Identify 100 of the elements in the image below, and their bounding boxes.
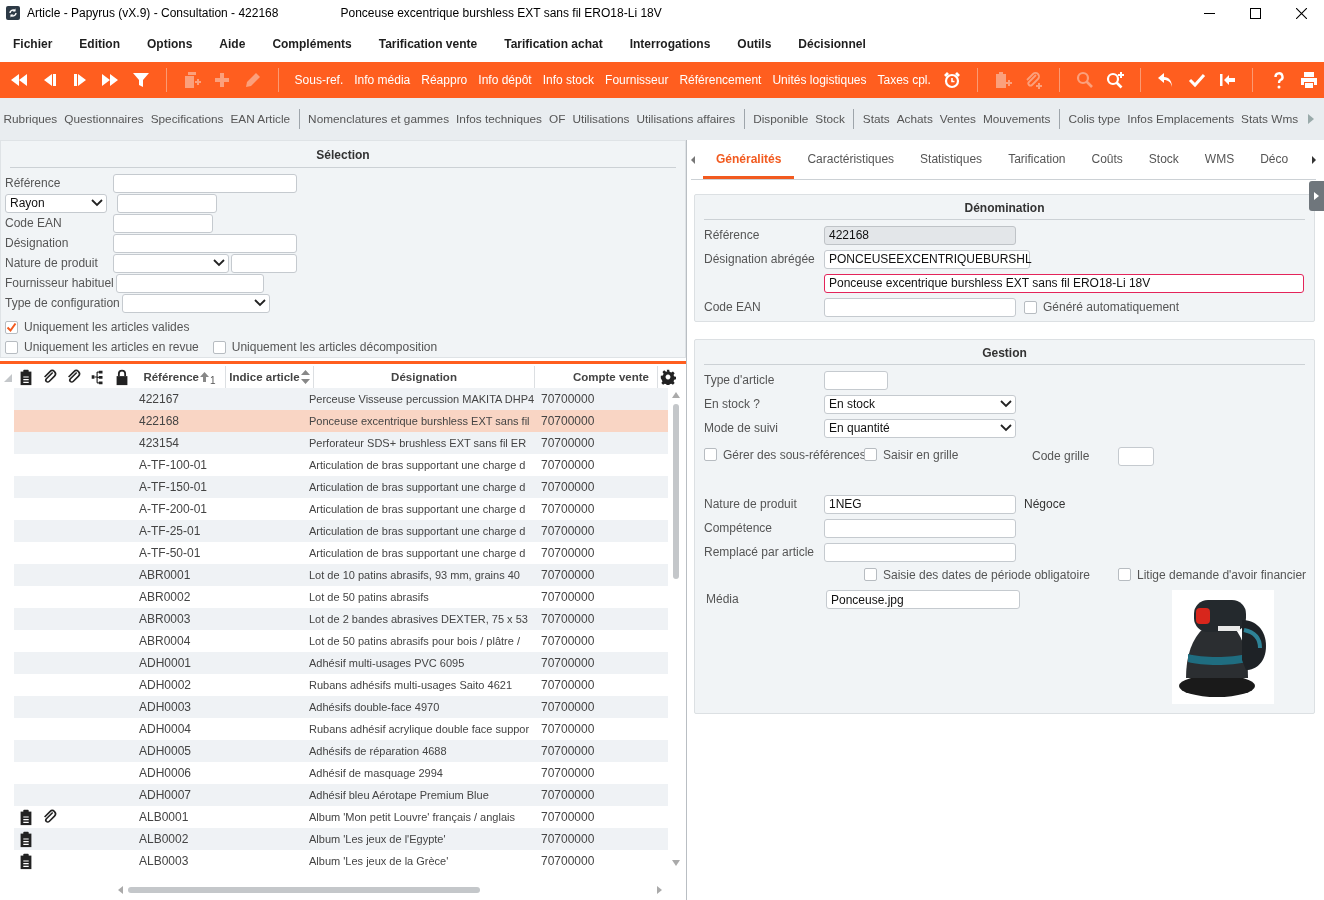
link-tab[interactable]: Achats <box>893 112 937 126</box>
checkbox[interactable] <box>1118 568 1131 582</box>
table-row[interactable]: ALB0002 Album 'Les jeux de l'Egypte' 70700000 <box>14 828 668 850</box>
link-tab[interactable]: Questionnaires <box>60 112 148 126</box>
scroll-left-icon[interactable] <box>691 155 695 164</box>
table-cell-text: 70700000 <box>540 634 596 648</box>
text-field[interactable]: 1NEG <box>824 494 1016 514</box>
checkbox[interactable] <box>212 340 226 354</box>
menu-item[interactable]: Décisionnel <box>798 37 866 51</box>
text-field[interactable] <box>824 518 1016 538</box>
tab[interactable]: Coûts <box>1078 139 1136 179</box>
scroll-left-icon[interactable] <box>118 886 123 894</box>
chevron-icon <box>1000 400 1012 408</box>
link-tab[interactable]: Specifications <box>147 112 227 126</box>
checkbox[interactable] <box>5 340 18 354</box>
link-tab[interactable]: EAN Article <box>226 112 294 126</box>
checkbox-label: Litige demande d'avoir financier <box>1137 567 1307 582</box>
tab[interactable]: Tarification <box>995 139 1079 179</box>
checkbox[interactable] <box>1024 300 1037 314</box>
link-tab[interactable]: OF <box>545 112 569 126</box>
table-cell-text: 70700000 <box>540 766 596 780</box>
text-field[interactable] <box>115 273 264 293</box>
text-field[interactable] <box>113 233 297 253</box>
text-field[interactable] <box>117 193 217 213</box>
table-row[interactable]: ABR0001 Lot de 10 patins abrasifs, 93 mm, grains 40 70700000 <box>14 564 668 586</box>
menu-item[interactable]: Compléments <box>272 37 352 51</box>
sort-ascending-icon[interactable] <box>200 372 210 382</box>
text-field[interactable]: Ponceuse excentrique burshless EXT sans fil ERO18-Li 18V <box>824 273 1304 293</box>
link-tab[interactable]: Rubriques <box>0 112 61 126</box>
tab[interactable]: Déco <box>1247 139 1302 179</box>
table-row[interactable]: ADH0001 Adhésif multi-usages PVC 6095 70700000 <box>14 652 668 674</box>
table-row[interactable]: ADH0005 Adhésifs de réparation 4688 70700000 <box>14 740 668 762</box>
checkbox-label: Uniquement les articles décomposition <box>231 340 438 354</box>
table-cell-text: Articulation de bras supportant une charge d <box>308 503 527 515</box>
dropdown[interactable]: Rayon <box>5 193 107 213</box>
link-tab[interactable]: Nomenclatures et gammes <box>304 112 453 126</box>
table-row[interactable]: 422168 Ponceuse excentrique burshless EXT sans fil 70700000 <box>14 410 668 432</box>
link-tab[interactable]: Utilisations affaires <box>632 112 739 126</box>
table-row[interactable]: A-TF-150-01 Articulation de bras supportant une charge d 70700000 <box>14 476 668 498</box>
link-tab[interactable]: Utilisations <box>568 112 633 126</box>
table-row[interactable]: ADH0007 Adhésif bleu Aérotape Premium Blue 70700000 <box>14 784 668 806</box>
table-cell-text: Rubans adhésifs multi-usages Saito 4621 <box>308 679 513 691</box>
link-tab[interactable]: Stock <box>811 112 849 126</box>
text-field[interactable] <box>824 370 888 390</box>
window-subtitle: Ponceuse excentrique burshless EXT sans fil ERO18-Li 18V <box>340 6 662 20</box>
dropdown[interactable] <box>121 293 270 313</box>
checkbox[interactable] <box>864 568 877 582</box>
checkbox[interactable] <box>864 448 877 462</box>
menu-item[interactable]: Interrogations <box>629 37 711 51</box>
menu-item[interactable]: Tarification achat <box>504 37 603 51</box>
link-tab[interactable]: Disponible <box>749 112 812 126</box>
field-label: Fournisseur habituel <box>5 276 114 290</box>
scrollbar-thumb[interactable] <box>128 887 480 893</box>
text-field[interactable]: Ponceuse.jpg <box>826 590 1020 609</box>
menu-item[interactable]: Outils <box>737 37 772 51</box>
text-field[interactable] <box>113 173 297 193</box>
link-tab[interactable]: Stats Wms <box>1237 112 1302 126</box>
table-row[interactable]: 423154 Perforateur SDS+ brushless EXT sans fil ER 70700000 <box>14 432 668 454</box>
table-cell-text: 70700000 <box>540 656 596 670</box>
sort-icon[interactable] <box>300 370 310 384</box>
table-row[interactable]: 422167 Perceuse Visseuse percussion MAKITA DHP4 70700000 <box>14 388 668 410</box>
checkbox[interactable] <box>5 320 18 334</box>
menu-item[interactable]: Edition <box>79 37 121 51</box>
dropdown[interactable]: En stock <box>824 394 1016 414</box>
text-field[interactable]: PONCEUSEEXCENTRIQUEBURSHL <box>824 249 1030 269</box>
link-tab[interactable]: Mouvements <box>979 112 1054 126</box>
panel-toggle-button[interactable] <box>1309 181 1324 211</box>
dropdown[interactable]: En quantité <box>824 418 1016 438</box>
link-tab[interactable]: Stats <box>859 112 894 126</box>
field-label: Référence <box>704 228 761 242</box>
text-field[interactable] <box>824 297 1016 317</box>
scroll-up-icon[interactable] <box>672 392 680 398</box>
text-field[interactable] <box>824 542 1016 562</box>
table-row[interactable]: ADH0003 Adhésifs double-face 4970 70700000 <box>14 696 668 718</box>
table-row[interactable]: ABR0003 Lot de 2 bandes abrasives DEXTER, 75 x 53 70700000 <box>14 608 668 630</box>
menu-item[interactable]: Fichier <box>13 37 53 51</box>
text-field[interactable] <box>231 253 297 273</box>
scroll-right-icon[interactable] <box>1312 155 1316 164</box>
scroll-down-icon[interactable] <box>672 860 680 866</box>
field-label: Référence <box>5 176 62 190</box>
link-tab[interactable]: Infos Emplacements <box>1123 112 1238 126</box>
menu-item[interactable]: Aide <box>219 37 246 51</box>
dropdown[interactable] <box>113 253 229 273</box>
settings-icon[interactable] <box>660 369 676 385</box>
link-tab[interactable]: Colis type <box>1064 112 1124 126</box>
tab[interactable]: Caractéristiques <box>794 139 908 179</box>
tab[interactable]: WMS <box>1191 139 1248 179</box>
tab[interactable]: Stock <box>1135 139 1192 179</box>
text-field[interactable] <box>1118 446 1154 466</box>
menu-item[interactable]: Tarification vente <box>378 37 478 51</box>
tab[interactable]: Statistiques <box>907 139 996 179</box>
table-cell-text: 70700000 <box>540 722 596 736</box>
table-row[interactable]: A-TF-25-01 Articulation de bras supportant une charge d 70700000 <box>14 520 668 542</box>
menu-item[interactable]: Options <box>147 37 193 51</box>
scrollbar-thumb[interactable] <box>673 404 679 579</box>
text-field[interactable] <box>113 213 213 233</box>
link-tab[interactable]: Ventes <box>936 112 980 126</box>
link-tab[interactable]: Infos techniques <box>452 112 546 126</box>
checkbox[interactable] <box>704 448 717 462</box>
table-cell-text: 70700000 <box>540 788 596 802</box>
